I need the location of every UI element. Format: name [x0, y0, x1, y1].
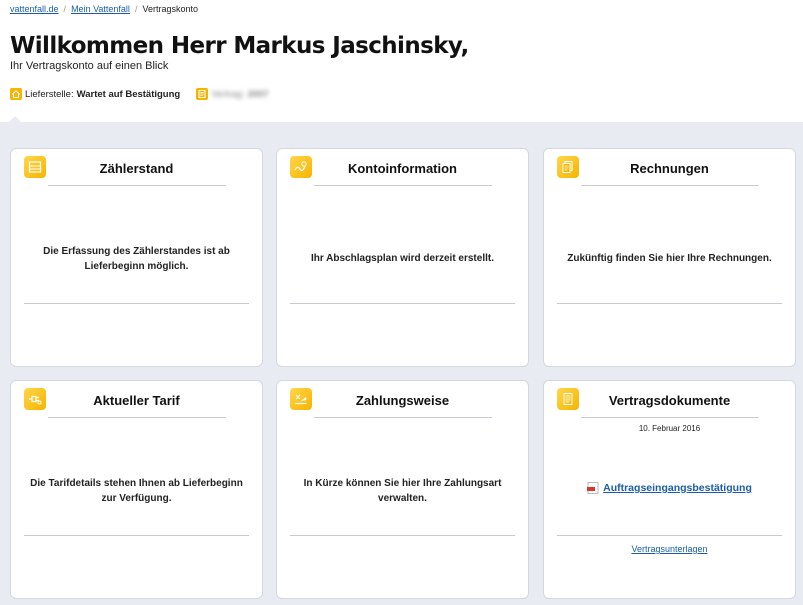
- divider: [580, 417, 759, 418]
- page-subtitle: Ihr Vertragskonto auf einen Blick: [10, 60, 169, 72]
- dashboard: Zählerstand Die Erfassung des Zählerstan…: [0, 122, 803, 605]
- payment-method-text: In Kürze können Sie hier Ihre Zahlungsar…: [303, 478, 502, 504]
- invoices-icon: [557, 156, 579, 178]
- account-info-card: Kontoinformation Ihr Abschlagsplan wird …: [276, 148, 529, 367]
- contract-icon: [196, 88, 209, 100]
- divider: [47, 185, 226, 186]
- breadcrumb-home-link[interactable]: vattenfall.de: [10, 4, 59, 14]
- contract-documents-card: Vertragsdokumente 10. Februar 2016 Auftr…: [543, 380, 796, 599]
- breadcrumb-mine-link[interactable]: Mein Vattenfall: [71, 4, 130, 14]
- current-tariff-title: Aktueller Tarif: [93, 393, 180, 408]
- account-info-title: Kontoinformation: [347, 161, 458, 176]
- meter-icon: [24, 156, 46, 178]
- delivery-status-value: Wartet auf Bestätigung: [76, 88, 181, 100]
- delivery-status: Lieferstelle: Wartet auf Bestätigung: [10, 88, 180, 100]
- document-date: 10. Februar 2016: [638, 424, 701, 433]
- divider: [24, 303, 249, 304]
- divider: [313, 417, 492, 418]
- contract-documents-link[interactable]: Vertragsunterlagen: [631, 544, 707, 554]
- divider: [290, 303, 515, 304]
- divider: [290, 535, 515, 536]
- account-chart-icon: [290, 156, 312, 178]
- contract-documents-footer: Vertragsunterlagen: [544, 544, 795, 554]
- breadcrumb-separator: /: [63, 4, 67, 14]
- invoices-title: Rechnungen: [630, 161, 709, 176]
- payment-icon: [290, 388, 312, 410]
- divider: [47, 417, 226, 418]
- invoices-text: Zukünftig finden Sie hier Ihre Rechnunge…: [567, 253, 772, 264]
- documents-icon: [557, 388, 579, 410]
- payment-method-title: Zahlungsweise: [355, 393, 450, 408]
- breadcrumb-separator: /: [134, 4, 138, 14]
- invoices-card: Rechnungen Zukünftig finden Sie hier Ihr…: [543, 148, 796, 367]
- contract-status-value: 2007: [247, 88, 269, 100]
- current-tariff-text: Die Tarifdetails stehen Ihnen ab Lieferb…: [30, 478, 243, 504]
- meter-reading-title: Zählerstand: [99, 161, 174, 176]
- page-header: vattenfall.de / Mein Vattenfall / Vertra…: [0, 0, 803, 123]
- meter-reading-card: Zählerstand Die Erfassung des Zählerstan…: [10, 148, 263, 367]
- pdf-icon: [587, 482, 599, 495]
- order-confirmation-link[interactable]: Auftragseingangsbestätigung: [603, 482, 752, 494]
- divider: [557, 535, 782, 536]
- divider: [313, 185, 492, 186]
- house-icon: [10, 88, 22, 100]
- delivery-status-label: Lieferstelle:: [25, 88, 74, 100]
- contract-documents-title: Vertragsdokumente: [608, 393, 731, 408]
- status-bar: Lieferstelle: Wartet auf Bestätigung Ver…: [10, 87, 793, 101]
- contract-status: Vertrag: 2007: [196, 88, 269, 100]
- divider: [24, 535, 249, 536]
- meter-reading-text: Die Erfassung des Zählerstandes ist ab L…: [43, 246, 230, 272]
- page-title: Willkommen Herr Markus Jaschinsky,: [10, 33, 469, 59]
- current-tariff-card: Aktueller Tarif Die Tarifdetails stehen …: [10, 380, 263, 599]
- account-info-text: Ihr Abschlagsplan wird derzeit erstellt.: [310, 253, 494, 264]
- divider: [580, 185, 759, 186]
- breadcrumb: vattenfall.de / Mein Vattenfall / Vertra…: [10, 3, 793, 15]
- order-confirmation-row: Auftragseingangsbestätigung: [544, 482, 795, 495]
- breadcrumb-current: Vertragskonto: [142, 4, 198, 14]
- payment-method-card: Zahlungsweise In Kürze können Sie hier I…: [276, 380, 529, 599]
- plug-icon: [24, 388, 46, 410]
- divider: [557, 303, 782, 304]
- contract-status-label: Vertrag:: [211, 88, 245, 100]
